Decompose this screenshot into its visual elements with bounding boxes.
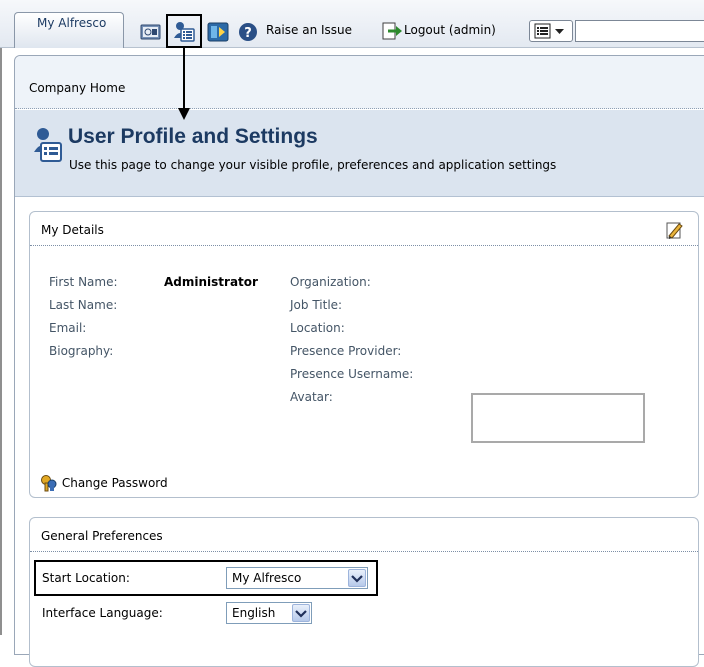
my-details-panel: My Details First Name: Administrator Las… — [29, 211, 699, 498]
edit-profile-icon[interactable] — [666, 220, 684, 240]
change-password-label: Change Password — [61, 476, 168, 490]
email-label: Email: — [49, 321, 87, 335]
annotation-arrow — [178, 48, 190, 120]
location-label: Location: — [290, 321, 345, 335]
presence-provider-label: Presence Provider: — [290, 344, 402, 358]
change-password-icon — [41, 475, 57, 492]
chevron-down-icon[interactable] — [348, 569, 366, 587]
page-subtitle: Use this page to change your visible pro… — [69, 158, 557, 172]
start-location-label: Start Location: — [42, 571, 130, 585]
user-profile-large-icon — [33, 126, 63, 166]
presence-username-label: Presence Username: — [290, 367, 414, 381]
my-details-heading: My Details — [30, 212, 698, 246]
interface-language-label: Interface Language: — [42, 606, 163, 620]
avatar-image-box — [471, 393, 645, 443]
job-title-label: Job Title: — [290, 298, 343, 312]
interface-language-value: English — [232, 606, 276, 620]
last-name-label: Last Name: — [49, 298, 118, 312]
first-name-label: First Name: — [49, 275, 118, 289]
main-content-frame: Company Home User Profile and Settings U… — [14, 55, 704, 667]
general-preferences-panel: General Preferences Start Location: My A… — [29, 517, 699, 667]
avatar-label: Avatar: — [290, 390, 333, 404]
start-location-select[interactable]: My Alfresco — [226, 567, 368, 589]
change-password-link[interactable]: Change Password — [40, 474, 168, 492]
organization-label: Organization: — [290, 275, 371, 289]
interface-language-select[interactable]: English — [226, 602, 312, 624]
biography-label: Biography: — [49, 344, 114, 358]
general-preferences-heading: General Preferences — [30, 518, 698, 552]
chevron-down-icon[interactable] — [292, 604, 310, 622]
first-name-value: Administrator — [164, 275, 258, 289]
start-location-value: My Alfresco — [232, 571, 302, 585]
